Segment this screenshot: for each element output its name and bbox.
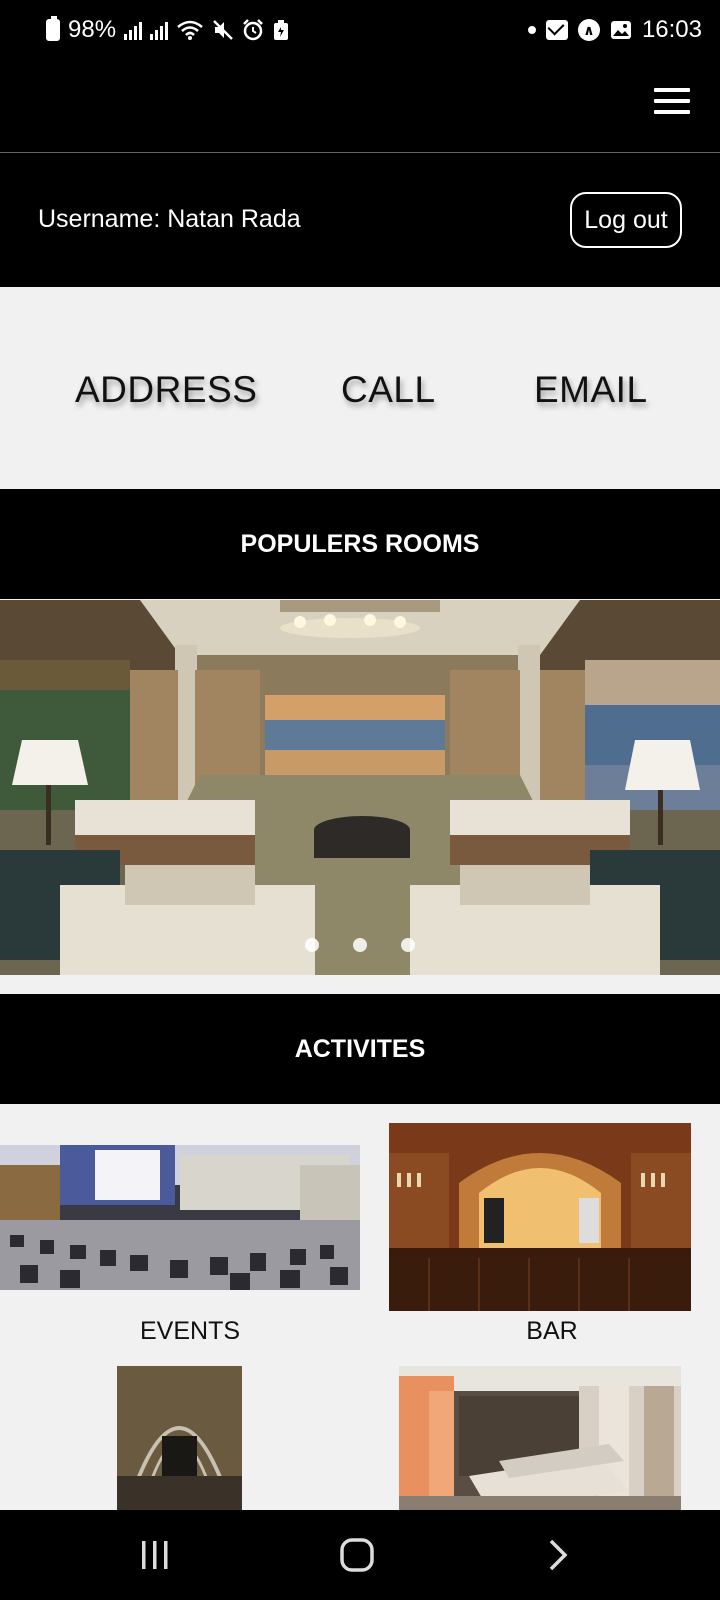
status-left: 98% (46, 14, 290, 46)
notification-dot-icon (527, 26, 536, 34)
mute-icon (213, 20, 233, 40)
call-link[interactable]: CALL (341, 369, 436, 411)
activity-3-photo (117, 1366, 242, 1510)
menu-icon[interactable] (654, 88, 690, 114)
address-link[interactable]: ADDRESS (75, 369, 257, 411)
status-right: ∧ 16:03 (527, 14, 702, 46)
bar-label[interactable]: BAR (362, 1317, 720, 1346)
mail-icon (545, 20, 568, 40)
signal-icon (124, 20, 143, 40)
battery-icon (46, 16, 60, 41)
contact-row: ADDRESS CALL EMAIL (0, 287, 720, 489)
recent-apps-icon[interactable] (95, 1510, 215, 1600)
image-icon (610, 21, 631, 39)
bar-image[interactable] (389, 1123, 691, 1311)
events-label[interactable]: EVENTS (0, 1317, 380, 1346)
clock: 16:03 (641, 16, 702, 43)
room-image (0, 600, 720, 975)
alarm-icon (243, 19, 263, 41)
wifi-icon (177, 20, 203, 40)
email-link[interactable]: EMAIL (534, 369, 648, 411)
user-bar: Username: Natan Rada Log out (0, 153, 720, 287)
forward-icon[interactable] (498, 1510, 618, 1600)
carousel-dot-3[interactable] (401, 938, 415, 952)
activity-4-photo (399, 1366, 681, 1510)
carousel-dot-1[interactable] (305, 938, 319, 952)
events-photo (0, 1145, 360, 1290)
activities-header: ACTIVITES (0, 994, 720, 1104)
activity-4-image[interactable] (399, 1366, 681, 1510)
battery-percent: 98% (68, 16, 117, 43)
activity-3-image[interactable] (117, 1366, 242, 1510)
events-image[interactable] (0, 1145, 360, 1290)
bar-photo (389, 1123, 691, 1311)
signal-icon-2 (150, 20, 169, 40)
home-icon[interactable] (297, 1510, 417, 1600)
popular-rooms-header: POPULERS ROOMS (0, 489, 720, 599)
app-header (0, 62, 720, 152)
app-notification-icon: ∧ (577, 19, 600, 41)
logout-button[interactable]: Log out (570, 192, 682, 248)
carousel-dot-2[interactable] (353, 938, 367, 952)
carousel-dots (0, 938, 720, 952)
status-bar: 98% ∧ 16:03 (0, 0, 720, 62)
username-label: Username: Natan Rada (38, 205, 301, 233)
battery-saver-icon (274, 20, 289, 40)
system-nav-bar (0, 1510, 720, 1600)
rooms-carousel[interactable] (0, 600, 720, 975)
